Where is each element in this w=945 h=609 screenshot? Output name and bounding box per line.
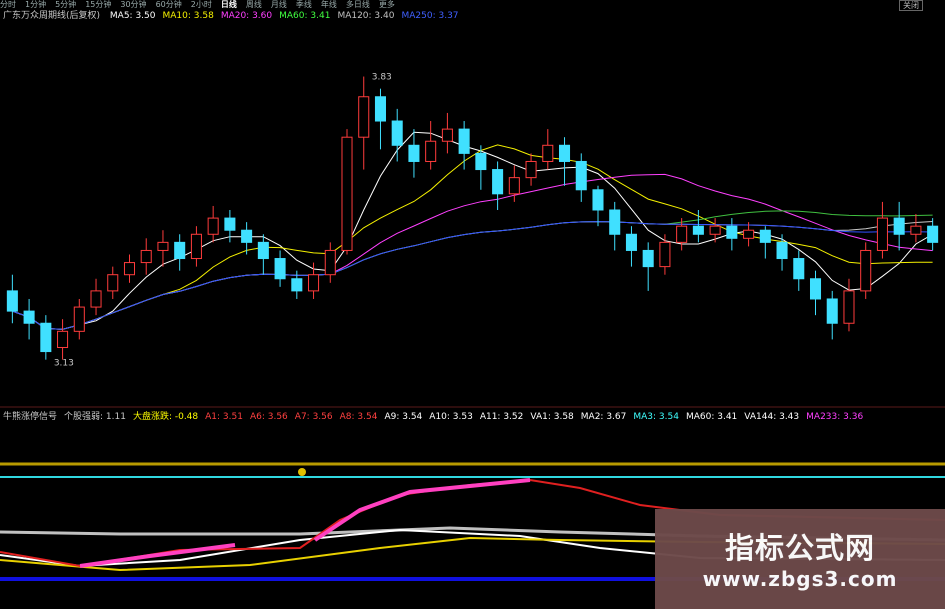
candle-body: [893, 217, 905, 235]
candle-body: [441, 128, 453, 142]
candle-body: [224, 217, 236, 231]
candle-body: [642, 249, 654, 268]
candle-body: [692, 225, 704, 235]
candle-body: [709, 225, 721, 235]
watermark-title: 指标公式网: [724, 531, 875, 565]
candle-body: [843, 290, 855, 324]
low-price-label: 3.13: [54, 359, 74, 369]
candle-body: [157, 241, 169, 251]
ma-line-5: [12, 131, 933, 330]
candle-body: [6, 290, 18, 312]
candle-body: [358, 96, 370, 138]
candle-body: [458, 128, 470, 154]
candle-body: [475, 152, 487, 171]
signal-icon: [298, 468, 306, 476]
candle-body: [492, 169, 504, 195]
candle-body: [324, 249, 336, 276]
candle-body: [23, 310, 35, 324]
candle-body: [559, 144, 571, 162]
candle-body: [123, 262, 136, 276]
watermark-url: www.zbgs3.com: [702, 567, 898, 591]
candle-body: [57, 330, 69, 349]
candle-body: [776, 241, 788, 260]
candle-body: [809, 278, 822, 300]
candle-body: [308, 274, 320, 292]
candle-body: [910, 225, 922, 235]
candle-body: [676, 225, 688, 243]
candle-body: [876, 217, 888, 251]
candle-body: [525, 160, 537, 179]
candle-body: [425, 140, 437, 162]
candle-body: [90, 290, 102, 308]
high-price-label: 3.83: [372, 73, 392, 83]
candle-body: [374, 96, 386, 122]
candle-body: [207, 217, 219, 235]
candle-body: [291, 278, 303, 292]
candle-body: [759, 229, 771, 243]
candle-body: [542, 144, 554, 162]
candle-body: [408, 144, 420, 162]
candle-body: [826, 298, 838, 324]
candle-body: [609, 209, 621, 235]
candle-body: [40, 322, 52, 353]
candle-body: [257, 241, 269, 260]
candle-body: [625, 233, 637, 251]
candle-body: [174, 241, 186, 260]
candle-body: [341, 136, 353, 251]
candle-body: [575, 160, 587, 191]
candle-body: [860, 249, 872, 292]
candle-body: [726, 225, 738, 239]
ma-line-10: [12, 144, 933, 330]
candle-body: [592, 189, 604, 211]
candle-body: [107, 274, 119, 292]
candle-body: [190, 233, 202, 260]
candle-body: [274, 258, 286, 280]
candle-body: [927, 225, 939, 243]
candle-body: [508, 177, 520, 195]
candle-body: [659, 241, 671, 268]
candle-body: [140, 249, 152, 264]
candle-body: [793, 258, 805, 280]
candle-body: [391, 120, 403, 146]
candle-body: [743, 229, 755, 239]
site-watermark: 指标公式网 www.zbgs3.com: [655, 509, 945, 609]
candle-body: [73, 306, 85, 332]
candle-body: [241, 229, 253, 243]
